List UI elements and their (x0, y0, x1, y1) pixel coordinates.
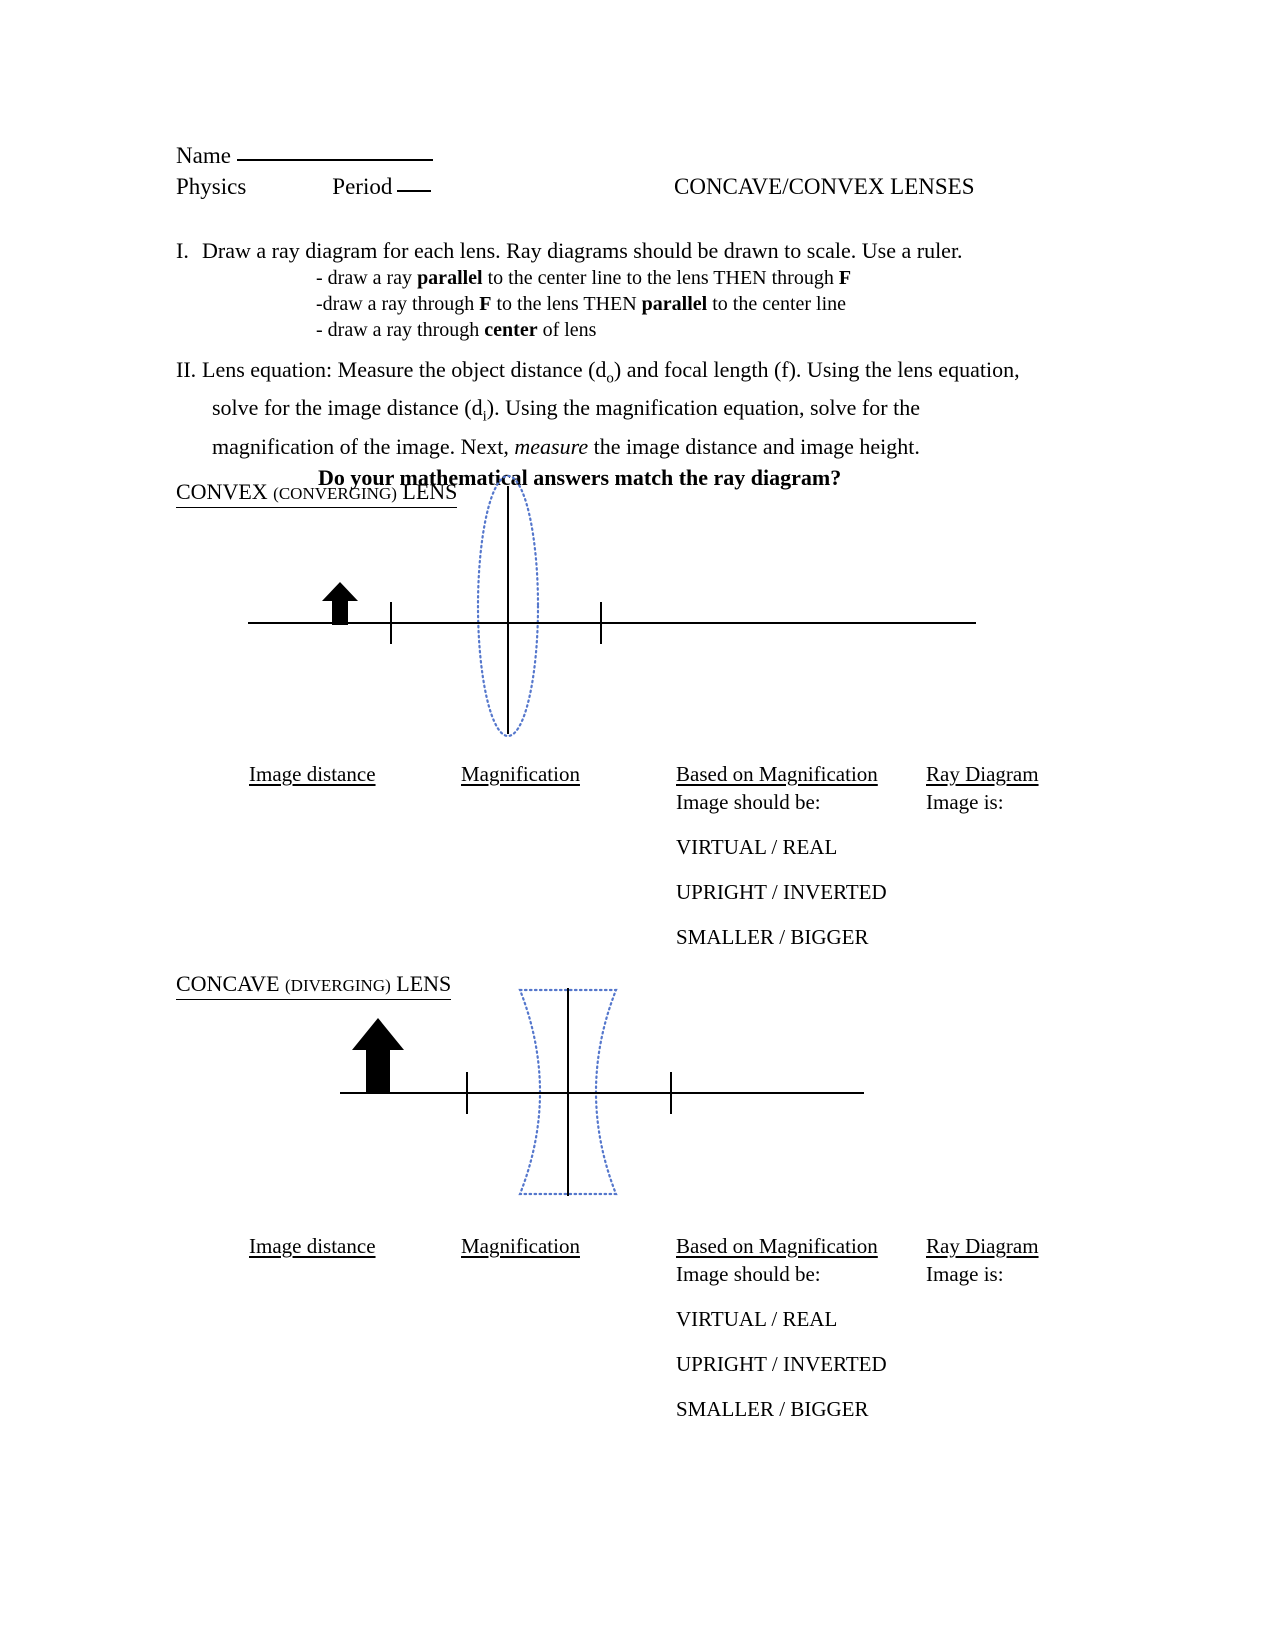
section-two-text: magnification of the image. Next, (212, 433, 515, 459)
course-period-line: Physics Period CONCAVE/CONVEX LENSES (176, 171, 1036, 202)
bullet-item: - draw a ray parallel to the center line… (316, 265, 1046, 291)
concave-object-arrow-icon (352, 1018, 404, 1094)
section-two-line-3: magnification of the image. Next, measur… (212, 432, 1056, 461)
convex-magnification-column: Magnification (461, 760, 580, 788)
concave-choice-smaller-bigger[interactable]: SMALLER / BIGGER (676, 1395, 887, 1423)
section-two-text: ) and focal length (f). Using the lens e… (613, 357, 1020, 382)
convex-image-distance-label: Image distance (249, 762, 376, 786)
concave-image-distance-column: Image distance (249, 1232, 376, 1260)
concave-based-on-magnification-column: Based on Magnification Image should be: … (676, 1232, 887, 1423)
concave-image-distance-label: Image distance (249, 1234, 376, 1258)
worksheet-header: Name Physics Period CONCAVE/CONVEX LENSES (176, 140, 1036, 202)
bullet-text: - draw a ray (316, 267, 418, 289)
bullet-text: -draw a ray through (316, 293, 480, 315)
section-two-number: II. (176, 357, 197, 382)
concave-ray-diagram-label: Ray Diagram (926, 1234, 1039, 1258)
concave-focal-tick-right (670, 1072, 672, 1114)
bullet-text: of lens (537, 319, 597, 341)
concave-magnification-label: Magnification (461, 1234, 580, 1258)
bullet-bold: parallel (641, 293, 708, 315)
concave-image-is-label: Image is: (926, 1262, 1004, 1286)
period-blank-field[interactable] (397, 190, 432, 192)
name-blank-field[interactable] (236, 159, 433, 161)
name-line: Name (176, 140, 1036, 171)
section-one-heading-text: Draw a ray diagram for each lens. Ray di… (202, 238, 963, 263)
section-two-line-2: solve for the image distance (di). Using… (212, 393, 1056, 431)
convex-based-on-magnification-label: Based on Magnification (676, 762, 878, 786)
bullet-bold: F (479, 293, 492, 315)
convex-object-arrow-icon (322, 582, 358, 625)
concave-based-on-magnification-label: Based on Magnification (676, 1234, 878, 1258)
course-label: Physics (176, 174, 247, 199)
concave-choice-upright-inverted[interactable]: UPRIGHT / INVERTED (676, 1350, 887, 1378)
concave-magnification-column: Magnification (461, 1232, 580, 1260)
concave-focal-tick-left (466, 1072, 468, 1114)
convex-image-is-label: Image is: (926, 790, 1004, 814)
convex-focal-tick-right (600, 602, 602, 644)
bullet-text: to the center line (707, 293, 847, 315)
convex-focal-tick-left (390, 602, 392, 644)
section-two-text: the image distance and image height. (588, 433, 920, 459)
bullet-item: -draw a ray through F to the lens THEN p… (316, 291, 1046, 317)
section-one-bullets: - draw a ray parallel to the center line… (316, 265, 1046, 343)
convex-choice-upright-inverted[interactable]: UPRIGHT / INVERTED (676, 878, 887, 906)
convex-choice-virtual-real[interactable]: VIRTUAL / REAL (676, 833, 887, 861)
section-two-line-1: II. Lens equation: Measure the object dis… (176, 355, 1056, 393)
convex-choice-smaller-bigger[interactable]: SMALLER / BIGGER (676, 923, 887, 951)
concave-principal-axis (340, 1092, 864, 1094)
convex-based-on-magnification-column: Based on Magnification Image should be: … (676, 760, 887, 951)
bullet-text: to the center line to the lens THEN thro… (482, 267, 839, 289)
convex-magnification-label: Magnification (461, 762, 580, 786)
page-title: CONCAVE/CONVEX LENSES (674, 174, 975, 199)
convex-image-should-be-label: Image should be: (676, 790, 821, 814)
concave-ray-diagram (176, 980, 976, 1220)
bullet-item: - draw a ray through center of lens (316, 317, 1046, 343)
section-one: I. Draw a ray diagram for each lens. Ray … (176, 236, 1046, 343)
section-two-text: ). Using the magnification equation, sol… (486, 395, 920, 421)
object-distance-subscript: o (606, 370, 614, 387)
concave-image-should-be-label: Image should be: (676, 1262, 821, 1286)
section-two-italic-word: measure (514, 433, 589, 459)
section-two-text: solve for the image distance (d (212, 395, 483, 421)
section-one-heading: I. Draw a ray diagram for each lens. Ray … (176, 236, 1046, 265)
name-label: Name (176, 143, 231, 168)
convex-ray-diagram-column: Ray Diagram Image is: (926, 760, 1039, 816)
bullet-text: - draw a ray through (316, 319, 485, 341)
bullet-bold: parallel (417, 267, 483, 289)
period-label: Period (332, 174, 393, 199)
convex-ray-diagram-label: Ray Diagram (926, 762, 1039, 786)
convex-ray-diagram (176, 470, 1076, 760)
convex-image-distance-column: Image distance (249, 760, 376, 788)
convex-lens-vertical-axis (507, 486, 509, 734)
bullet-text: to the lens THEN (491, 293, 642, 315)
section-one-number: I. (176, 238, 189, 263)
concave-ray-diagram-column: Ray Diagram Image is: (926, 1232, 1039, 1288)
worksheet-page: Name Physics Period CONCAVE/CONVEX LENSES… (0, 0, 1275, 1650)
bullet-bold: center (484, 319, 538, 341)
section-two-text: Lens equation: Measure the object distan… (202, 357, 607, 382)
concave-choice-virtual-real[interactable]: VIRTUAL / REAL (676, 1305, 887, 1333)
bullet-bold: F (838, 267, 852, 289)
